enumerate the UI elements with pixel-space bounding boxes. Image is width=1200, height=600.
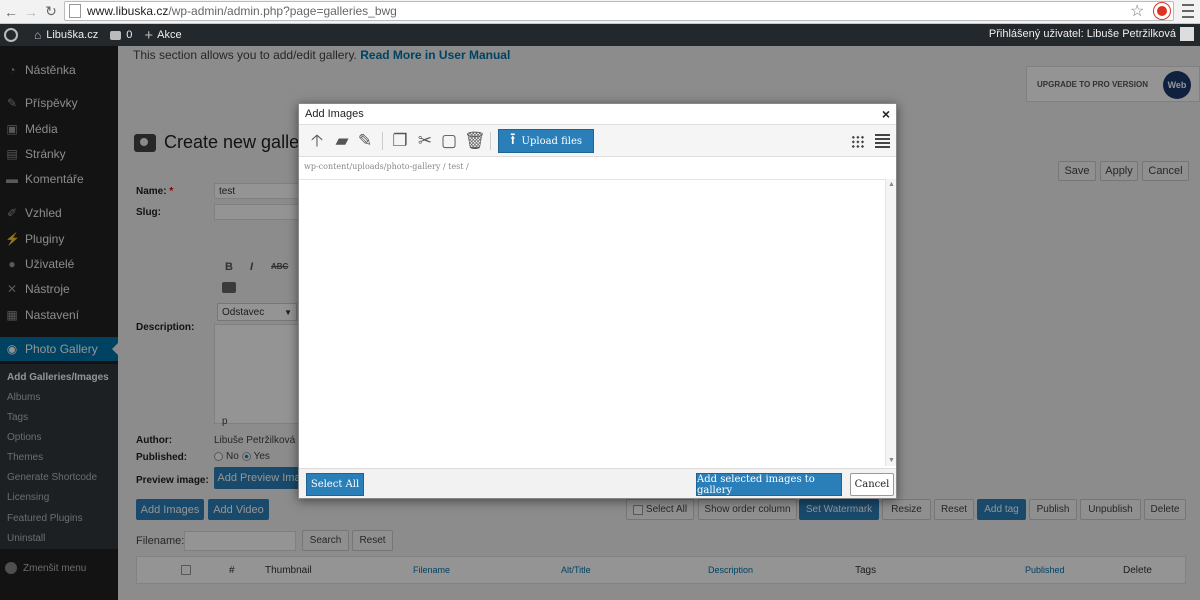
new-content-link[interactable]: + Akce <box>144 27 181 44</box>
browser-toolbar: ← → ↻ www.libuska.cz/wp-admin/admin.php?… <box>0 0 1200 24</box>
new-folder-icon[interactable]: ▰ <box>332 132 352 150</box>
go-up-icon[interactable]: 🡡 <box>308 132 326 150</box>
user-greeting[interactable]: Přihlášený uživatel: Libuše Petržilková <box>989 28 1176 40</box>
bookmark-star-icon[interactable]: ☆ <box>1130 1 1144 21</box>
scroll-down-arrow-icon[interactable]: ▼ <box>888 457 895 464</box>
extension-icon[interactable] <box>1154 3 1170 19</box>
wordpress-logo-icon[interactable] <box>4 28 18 42</box>
folder-breadcrumb[interactable]: wp-content/uploads/photo-gallery / test … <box>304 162 469 171</box>
plus-icon: + <box>144 26 154 44</box>
select-all-button[interactable]: Select All <box>306 473 364 496</box>
upload-files-button[interactable]: ⭱ Upload files <box>498 129 594 153</box>
cut-icon[interactable]: ✂ <box>416 132 434 150</box>
file-list-area[interactable] <box>299 179 885 466</box>
add-images-dialog: Add Images × 🡡 ▰ ✎ ❐ ✂ ▢ 🗑 ⭱ Upload files… <box>298 103 897 499</box>
back-arrow-icon[interactable]: ← <box>2 3 20 21</box>
url-path: /wp-admin/admin.php?page=galleries_bwg <box>168 4 397 18</box>
comments-link[interactable]: 0 <box>110 29 132 41</box>
site-name-label: Libuška.cz <box>46 29 99 41</box>
address-bar[interactable]: www.libuska.cz/wp-admin/admin.php?page=g… <box>64 1 1174 21</box>
dialog-footer: Select All Add selected images to galler… <box>299 468 896 498</box>
rename-icon[interactable]: ✎ <box>356 132 374 150</box>
home-icon: ⌂ <box>34 28 42 42</box>
reload-icon[interactable]: ↻ <box>42 3 60 21</box>
toolbar-separator <box>382 132 383 150</box>
upload-files-label: Upload files <box>521 135 583 147</box>
scroll-up-arrow-icon[interactable]: ▲ <box>888 181 895 188</box>
file-list-scrollbar[interactable]: ▲ ▼ <box>885 179 896 466</box>
avatar[interactable] <box>1180 27 1194 41</box>
list-view-icon[interactable] <box>875 134 890 148</box>
comment-bubble-icon <box>110 30 122 40</box>
thumbnail-view-icon[interactable] <box>851 135 865 149</box>
toolbar-separator <box>490 132 491 150</box>
copy-icon[interactable]: ❐ <box>391 132 409 150</box>
add-selected-images-button[interactable]: Add selected images to gallery <box>696 473 842 496</box>
browser-menu-icon[interactable] <box>1182 4 1194 18</box>
wp-admin-bar: ⌂ Libuška.cz 0 + Akce Přihlášený uživatel:… <box>0 24 1200 46</box>
close-icon[interactable]: × <box>882 106 890 122</box>
url-host: www.libuska.cz <box>87 4 169 18</box>
upload-arrow-icon: ⭱ <box>509 128 516 148</box>
dialog-title: Add Images <box>305 108 364 120</box>
site-name-link[interactable]: ⌂ Libuška.cz <box>34 28 98 42</box>
file-manager-toolbar: 🡡 ▰ ✎ ❐ ✂ ▢ 🗑 ⭱ Upload files <box>299 124 896 157</box>
forward-arrow-icon[interactable]: → <box>22 3 40 21</box>
trash-icon[interactable]: 🗑 <box>464 132 486 150</box>
paste-icon[interactable]: ▢ <box>440 132 458 150</box>
page-icon <box>69 4 81 18</box>
comments-count: 0 <box>126 29 133 41</box>
new-content-label: Akce <box>157 29 182 41</box>
dialog-cancel-button[interactable]: Cancel <box>850 473 894 496</box>
